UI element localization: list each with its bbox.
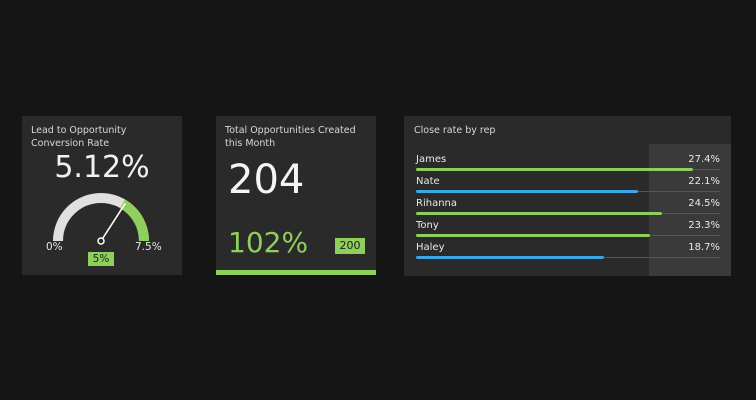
rep-bar bbox=[416, 212, 662, 215]
rep-bar bbox=[416, 256, 604, 259]
rep-row-nate[interactable]: Nate 22.1% bbox=[416, 176, 720, 198]
rep-close-rate: 22.1% bbox=[688, 176, 720, 187]
card-title: Close rate by rep bbox=[414, 125, 496, 136]
close-rate-card[interactable]: Close rate by rep James 27.4% Nate 22.1% Rih… bbox=[404, 116, 731, 276]
target-badge: 200 bbox=[335, 238, 365, 254]
gauge-needle bbox=[100, 202, 127, 242]
rep-close-rate: 27.4% bbox=[688, 154, 720, 165]
rep-name: Rihanna bbox=[416, 198, 457, 209]
gauge-pivot bbox=[97, 237, 105, 245]
progress-bar bbox=[216, 270, 376, 275]
rep-name: Nate bbox=[416, 176, 440, 187]
rep-row-haley[interactable]: Haley 18.7% bbox=[416, 242, 720, 264]
rep-close-rate: 24.5% bbox=[688, 198, 720, 209]
rep-name: Haley bbox=[416, 242, 445, 253]
opportunities-card[interactable]: Total Opportunities Created this Month 2… bbox=[216, 116, 376, 275]
rep-bar bbox=[416, 168, 693, 171]
rep-bar bbox=[416, 234, 650, 237]
rep-row-james[interactable]: James 27.4% bbox=[416, 154, 720, 176]
gauge-max-label: 7.5% bbox=[135, 241, 162, 253]
conversion-rate-card[interactable]: Lead to Opportunity Conversion Rate 5.12… bbox=[22, 116, 182, 275]
gauge-target-badge: 5% bbox=[88, 252, 114, 266]
rep-row-rihanna[interactable]: Rihanna 24.5% bbox=[416, 198, 720, 220]
card-title: Total Opportunities Created this Month bbox=[225, 125, 356, 149]
rep-close-rate: 18.7% bbox=[688, 242, 720, 253]
gauge-min-label: 0% bbox=[46, 241, 63, 253]
opportunities-value: 204 bbox=[228, 157, 305, 203]
rep-row-tony[interactable]: Tony 23.3% bbox=[416, 220, 720, 242]
percent-of-target: 102% bbox=[228, 226, 309, 259]
rep-close-rate: 23.3% bbox=[688, 220, 720, 231]
rep-name: Tony bbox=[416, 220, 439, 231]
rep-name: James bbox=[416, 154, 447, 165]
gauge-target-zone bbox=[119, 199, 149, 242]
rep-bar bbox=[416, 190, 638, 193]
